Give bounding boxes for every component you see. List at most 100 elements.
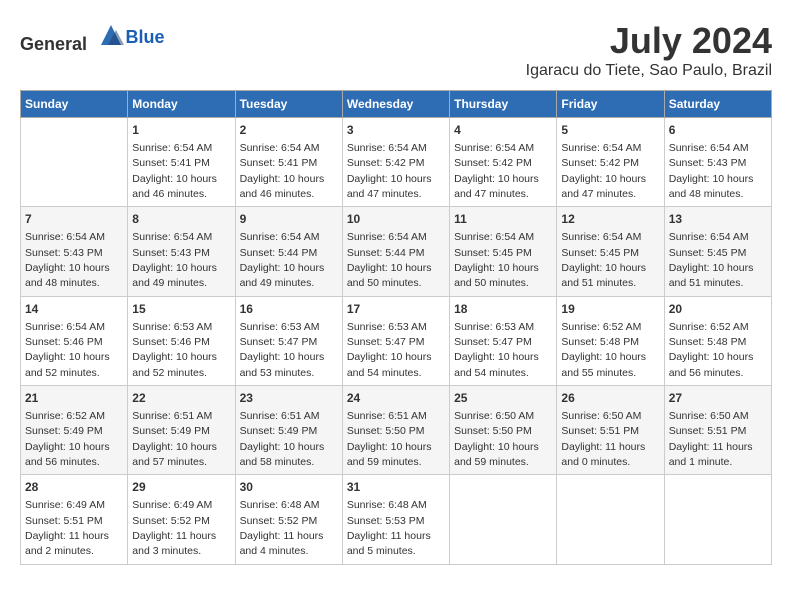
day-number: 29 [132, 479, 230, 496]
calendar-cell: 11Sunrise: 6:54 AM Sunset: 5:45 PM Dayli… [450, 207, 557, 296]
day-number: 21 [25, 390, 123, 407]
day-info: Sunrise: 6:53 AM Sunset: 5:46 PM Dayligh… [132, 321, 217, 379]
calendar-cell [21, 118, 128, 207]
calendar-cell: 15 Sunrise: 6:53 AM Sunset: 5:46 PM Dayli… [128, 296, 235, 385]
day-info: Sunrise: 6:54 AM Sunset: 5:41 PM Dayligh… [132, 142, 217, 200]
calendar-week-row: 21 Sunrise: 6:52 AM Sunset: 5:49 PM Dayli… [21, 386, 772, 475]
calendar-body: 1 Sunrise: 6:54 AM Sunset: 5:41 PM Daylig… [21, 118, 772, 565]
day-info: Sunrise: 6:54 AM Sunset: 5:44 PM Dayligh… [240, 231, 325, 289]
day-info: Sunrise: 6:54 AM Sunset: 5:42 PM Dayligh… [454, 142, 539, 200]
day-number: 2 [240, 122, 338, 139]
day-number: 24 [347, 390, 445, 407]
page-header: General Blue July 2024 Igaracu do Tiete,… [20, 20, 772, 80]
calendar-cell: 26Sunrise: 6:50 AM Sunset: 5:51 PM Dayli… [557, 386, 664, 475]
calendar-cell: 20Sunrise: 6:52 AM Sunset: 5:48 PM Dayli… [664, 296, 771, 385]
day-number: 11 [454, 211, 552, 228]
calendar-cell: 19 Sunrise: 6:52 AM Sunset: 5:48 PM Dayli… [557, 296, 664, 385]
header-day-sunday: Sunday [21, 91, 128, 118]
day-number: 18 [454, 301, 552, 318]
day-info: Sunrise: 6:53 AM Sunset: 5:47 PM Dayligh… [347, 321, 432, 379]
day-number: 3 [347, 122, 445, 139]
day-info: Sunrise: 6:50 AM Sunset: 5:50 PM Dayligh… [454, 410, 539, 468]
day-number: 7 [25, 211, 123, 228]
day-number: 15 [132, 301, 230, 318]
calendar-cell: 6 Sunrise: 6:54 AM Sunset: 5:43 PM Daylig… [664, 118, 771, 207]
day-info: Sunrise: 6:52 AM Sunset: 5:48 PM Dayligh… [561, 321, 646, 379]
day-info: Sunrise: 6:48 AM Sunset: 5:52 PM Dayligh… [240, 499, 324, 557]
header-day-monday: Monday [128, 91, 235, 118]
day-info: Sunrise: 6:54 AM Sunset: 5:43 PM Dayligh… [669, 142, 754, 200]
logo-blue-text: Blue [126, 27, 165, 47]
day-info: Sunrise: 6:51 AM Sunset: 5:50 PM Dayligh… [347, 410, 432, 468]
day-info: Sunrise: 6:52 AM Sunset: 5:49 PM Dayligh… [25, 410, 110, 468]
calendar-week-row: 14Sunrise: 6:54 AM Sunset: 5:46 PM Dayli… [21, 296, 772, 385]
calendar-cell: 30Sunrise: 6:48 AM Sunset: 5:52 PM Dayli… [235, 475, 342, 564]
day-number: 27 [669, 390, 767, 407]
calendar-cell: 23 Sunrise: 6:51 AM Sunset: 5:49 PM Dayli… [235, 386, 342, 475]
day-info: Sunrise: 6:49 AM Sunset: 5:51 PM Dayligh… [25, 499, 109, 557]
title-block: July 2024 Igaracu do Tiete, Sao Paulo, B… [526, 20, 772, 80]
day-number: 23 [240, 390, 338, 407]
logo-icon [96, 20, 126, 50]
header-day-friday: Friday [557, 91, 664, 118]
day-info: Sunrise: 6:48 AM Sunset: 5:53 PM Dayligh… [347, 499, 431, 557]
day-info: Sunrise: 6:53 AM Sunset: 5:47 PM Dayligh… [240, 321, 325, 379]
calendar-cell: 14Sunrise: 6:54 AM Sunset: 5:46 PM Dayli… [21, 296, 128, 385]
day-info: Sunrise: 6:50 AM Sunset: 5:51 PM Dayligh… [669, 410, 753, 468]
calendar-cell: 25 Sunrise: 6:50 AM Sunset: 5:50 PM Dayli… [450, 386, 557, 475]
day-number: 25 [454, 390, 552, 407]
calendar-cell: 13Sunrise: 6:54 AM Sunset: 5:45 PM Dayli… [664, 207, 771, 296]
calendar-cell [664, 475, 771, 564]
calendar-cell: 9 Sunrise: 6:54 AM Sunset: 5:44 PM Daylig… [235, 207, 342, 296]
calendar-cell: 10 Sunrise: 6:54 AM Sunset: 5:44 PM Dayli… [342, 207, 449, 296]
day-info: Sunrise: 6:54 AM Sunset: 5:45 PM Dayligh… [561, 231, 646, 289]
header-day-tuesday: Tuesday [235, 91, 342, 118]
day-number: 16 [240, 301, 338, 318]
day-number: 9 [240, 211, 338, 228]
calendar-cell: 2Sunrise: 6:54 AM Sunset: 5:41 PM Daylig… [235, 118, 342, 207]
day-number: 17 [347, 301, 445, 318]
day-info: Sunrise: 6:54 AM Sunset: 5:44 PM Dayligh… [347, 231, 432, 289]
calendar-cell: 18 Sunrise: 6:53 AM Sunset: 5:47 PM Dayli… [450, 296, 557, 385]
calendar-week-row: 7 Sunrise: 6:54 AM Sunset: 5:43 PM Daylig… [21, 207, 772, 296]
calendar-cell: 8Sunrise: 6:54 AM Sunset: 5:43 PM Daylig… [128, 207, 235, 296]
calendar-cell [557, 475, 664, 564]
calendar-cell: 4Sunrise: 6:54 AM Sunset: 5:42 PM Daylig… [450, 118, 557, 207]
calendar-table: SundayMondayTuesdayWednesdayThursdayFrid… [20, 90, 772, 565]
calendar-cell: 1 Sunrise: 6:54 AM Sunset: 5:41 PM Daylig… [128, 118, 235, 207]
day-info: Sunrise: 6:54 AM Sunset: 5:43 PM Dayligh… [25, 231, 110, 289]
calendar-cell: 17 Sunrise: 6:53 AM Sunset: 5:47 PM Dayli… [342, 296, 449, 385]
calendar-cell: 7 Sunrise: 6:54 AM Sunset: 5:43 PM Daylig… [21, 207, 128, 296]
calendar-cell: 21 Sunrise: 6:52 AM Sunset: 5:49 PM Dayli… [21, 386, 128, 475]
day-info: Sunrise: 6:53 AM Sunset: 5:47 PM Dayligh… [454, 321, 539, 379]
day-number: 14 [25, 301, 123, 318]
day-number: 19 [561, 301, 659, 318]
main-title: July 2024 [526, 20, 772, 62]
day-number: 31 [347, 479, 445, 496]
day-info: Sunrise: 6:54 AM Sunset: 5:45 PM Dayligh… [669, 231, 754, 289]
logo-general-text: General [20, 34, 87, 54]
day-number: 5 [561, 122, 659, 139]
day-info: Sunrise: 6:50 AM Sunset: 5:51 PM Dayligh… [561, 410, 645, 468]
calendar-cell: 29 Sunrise: 6:49 AM Sunset: 5:52 PM Dayli… [128, 475, 235, 564]
calendar-week-row: 1 Sunrise: 6:54 AM Sunset: 5:41 PM Daylig… [21, 118, 772, 207]
calendar-cell: 28Sunrise: 6:49 AM Sunset: 5:51 PM Dayli… [21, 475, 128, 564]
day-number: 1 [132, 122, 230, 139]
day-info: Sunrise: 6:51 AM Sunset: 5:49 PM Dayligh… [132, 410, 217, 468]
calendar-header-row: SundayMondayTuesdayWednesdayThursdayFrid… [21, 91, 772, 118]
calendar-cell: 22 Sunrise: 6:51 AM Sunset: 5:49 PM Dayli… [128, 386, 235, 475]
day-info: Sunrise: 6:51 AM Sunset: 5:49 PM Dayligh… [240, 410, 325, 468]
logo: General Blue [20, 20, 165, 55]
day-number: 10 [347, 211, 445, 228]
day-info: Sunrise: 6:49 AM Sunset: 5:52 PM Dayligh… [132, 499, 216, 557]
day-info: Sunrise: 6:54 AM Sunset: 5:42 PM Dayligh… [347, 142, 432, 200]
header-day-thursday: Thursday [450, 91, 557, 118]
calendar-cell: 16 Sunrise: 6:53 AM Sunset: 5:47 PM Dayli… [235, 296, 342, 385]
calendar-cell: 5Sunrise: 6:54 AM Sunset: 5:42 PM Daylig… [557, 118, 664, 207]
day-number: 6 [669, 122, 767, 139]
calendar-cell: 24 Sunrise: 6:51 AM Sunset: 5:50 PM Dayli… [342, 386, 449, 475]
calendar-cell: 3 Sunrise: 6:54 AM Sunset: 5:42 PM Daylig… [342, 118, 449, 207]
calendar-cell: 27 Sunrise: 6:50 AM Sunset: 5:51 PM Dayli… [664, 386, 771, 475]
day-number: 22 [132, 390, 230, 407]
day-number: 20 [669, 301, 767, 318]
